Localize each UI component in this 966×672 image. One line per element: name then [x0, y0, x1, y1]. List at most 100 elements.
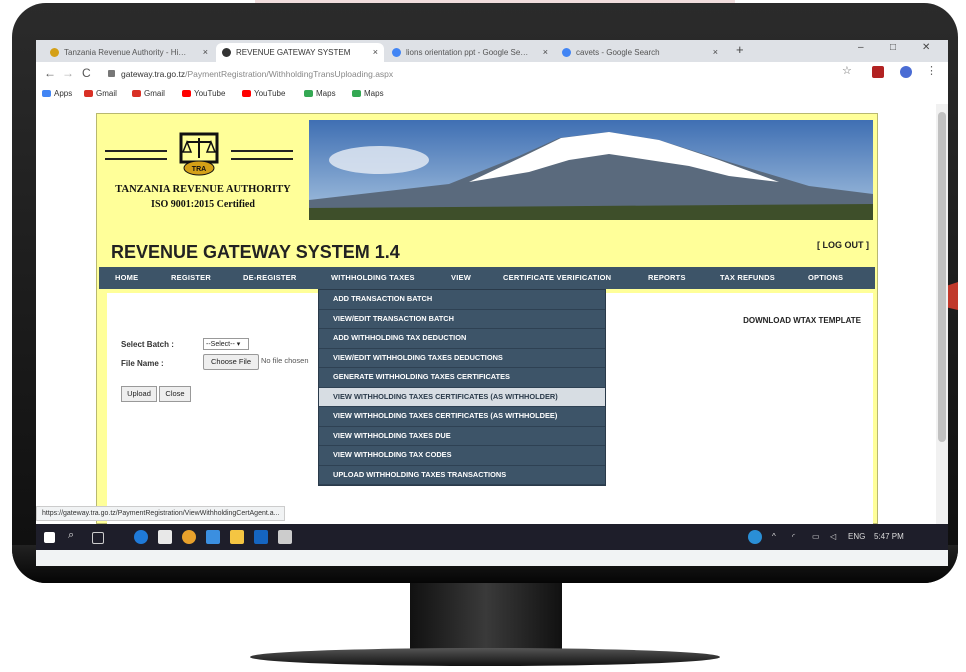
tab-label: Tanzania Revenue Authority - Hi…	[64, 48, 187, 57]
help-icon[interactable]	[748, 530, 762, 544]
close-tab-icon[interactable]: ×	[203, 43, 208, 62]
browser-tab-bar: Tanzania Revenue Authority - Hi… × REVEN…	[36, 40, 948, 62]
menu-item-view-taxes-due[interactable]: VIEW WITHHOLDING TAXES DUE	[319, 427, 605, 446]
profile-avatar-icon[interactable]	[900, 66, 912, 78]
url-field[interactable]: gateway.tra.go.tz/PaymentRegistration/Wi…	[108, 66, 828, 82]
vertical-scrollbar[interactable]	[936, 104, 948, 524]
forward-button[interactable]: →	[62, 66, 74, 80]
bookmark-youtube[interactable]: YouTube	[182, 89, 225, 98]
scrollbar-thumb[interactable]	[938, 112, 946, 442]
screen: Tanzania Revenue Authority - Hi… × REVEN…	[36, 40, 948, 566]
logo-stripes-right	[231, 150, 293, 160]
menu-item-view-edit-deductions[interactable]: VIEW/EDIT WITHHOLDING TAXES DEDUCTIONS	[319, 349, 605, 368]
menu-item-generate-certificates[interactable]: GENERATE WITHHOLDING TAXES CERTIFICATES	[319, 368, 605, 388]
close-tab-icon[interactable]: ×	[713, 43, 718, 62]
kebab-menu-icon[interactable]: ⋮	[926, 64, 937, 77]
upload-button[interactable]: Upload	[121, 386, 157, 402]
select-batch-label: Select Batch :	[121, 340, 174, 349]
back-button[interactable]: ←	[44, 66, 56, 80]
tab-label: lions orientation ppt - Google Se…	[406, 48, 529, 57]
tab-cavets-search[interactable]: cavets - Google Search ×	[556, 43, 724, 62]
minimize-button[interactable]: –	[858, 42, 864, 53]
bookmark-label: Gmail	[144, 89, 165, 98]
close-tab-icon[interactable]: ×	[543, 43, 548, 62]
menu-item-view-tax-codes[interactable]: VIEW WITHHOLDING TAX CODES	[319, 446, 605, 466]
photos-icon[interactable]	[278, 530, 292, 544]
menu-item-add-withholding-tax-deduction[interactable]: ADD WITHHOLDING TAX DEDUCTION	[319, 329, 605, 349]
close-window-button[interactable]: ✕	[922, 42, 930, 53]
maps-icon	[352, 90, 361, 97]
maximize-button[interactable]: □	[890, 42, 896, 53]
edge-icon[interactable]	[134, 530, 148, 544]
bookmark-youtube[interactable]: YouTube	[242, 89, 285, 98]
menu-options[interactable]: OPTIONS	[808, 267, 843, 289]
search-icon[interactable]: ⌕	[68, 529, 74, 542]
language-indicator[interactable]: ENG	[848, 532, 865, 541]
youtube-icon	[242, 90, 251, 97]
tra-favicon-icon	[50, 48, 59, 57]
reload-button[interactable]: C	[82, 66, 91, 80]
menu-item-add-transaction-batch[interactable]: ADD TRANSACTION BATCH	[319, 290, 605, 310]
gmail-icon	[132, 90, 141, 97]
maps-icon	[304, 90, 313, 97]
batch-select[interactable]: --Select-- ▾	[203, 338, 249, 350]
menu-home[interactable]: HOME	[115, 267, 138, 289]
chrome-icon[interactable]	[182, 530, 196, 544]
task-view-icon[interactable]	[92, 532, 104, 544]
bookmark-label: Gmail	[96, 89, 117, 98]
close-button[interactable]: Close	[159, 386, 191, 402]
bookmark-label: Maps	[364, 89, 384, 98]
clock[interactable]: 5:47 PM	[874, 532, 904, 541]
new-tab-button[interactable]: +	[736, 42, 744, 57]
menu-item-view-certificates-withholdee[interactable]: VIEW WITHHOLDING TAXES CERTIFICATES (AS …	[319, 407, 605, 427]
menu-item-view-certificates-withholder[interactable]: VIEW WITHHOLDING TAXES CERTIFICATES (AS …	[319, 387, 605, 407]
url-path: /PaymentRegistration/WithholdingTransUpl…	[185, 69, 394, 79]
system-title: REVENUE GATEWAY SYSTEM 1.4	[111, 242, 400, 262]
bookmark-maps[interactable]: Maps	[304, 89, 336, 98]
bookmark-label: Maps	[316, 89, 336, 98]
tab-lions-orientation[interactable]: lions orientation ppt - Google Se… ×	[386, 43, 554, 62]
bookmark-maps[interactable]: Maps	[352, 89, 384, 98]
menu-item-view-edit-transaction-batch[interactable]: VIEW/EDIT TRANSACTION BATCH	[319, 310, 605, 329]
chevron-up-icon[interactable]: ^	[772, 532, 776, 541]
star-icon[interactable]: ☆	[842, 64, 852, 77]
wifi-icon[interactable]: ◜	[792, 532, 795, 541]
battery-icon[interactable]: ▭	[812, 532, 820, 541]
download-wtax-template-link[interactable]: DOWNLOAD WTAX TEMPLATE	[743, 316, 861, 325]
tab-tra-home[interactable]: Tanzania Revenue Authority - Hi… ×	[44, 43, 214, 62]
monitor-stand-neck	[410, 583, 562, 653]
volume-icon[interactable]: ◁	[830, 532, 836, 541]
choose-file-button[interactable]: Choose File	[203, 354, 259, 370]
outlook-icon[interactable]	[254, 530, 268, 544]
google-icon	[562, 48, 571, 57]
bookmark-gmail[interactable]: Gmail	[84, 89, 117, 98]
google-icon	[392, 48, 401, 57]
close-tab-icon[interactable]: ×	[373, 43, 378, 62]
file-name-label: File Name :	[121, 359, 164, 368]
menu-withholding-taxes[interactable]: WITHHOLDING TAXES	[331, 267, 415, 289]
scales-of-justice-icon: TRA	[179, 132, 219, 176]
menu-view[interactable]: VIEW	[451, 267, 471, 289]
bookmark-gmail[interactable]: Gmail	[132, 89, 165, 98]
file-explorer-icon[interactable]	[230, 530, 244, 544]
address-bar-row: ← → C gateway.tra.go.tz/PaymentRegistrat…	[36, 62, 948, 86]
no-file-chosen-text: No file chosen	[261, 356, 309, 365]
store-icon[interactable]	[206, 530, 220, 544]
pdf-extension-icon[interactable]	[872, 66, 884, 78]
menu-tax-refunds[interactable]: TAX REFUNDS	[720, 267, 775, 289]
menu-reports[interactable]: REPORTS	[648, 267, 686, 289]
menu-de-register[interactable]: DE-REGISTER	[243, 267, 296, 289]
gmail-icon	[84, 90, 93, 97]
menu-item-upload-transactions[interactable]: UPLOAD WITHHOLDING TAXES TRANSACTIONS	[319, 466, 605, 485]
bookmark-apps[interactable]: Apps	[42, 89, 72, 98]
menu-register[interactable]: REGISTER	[171, 267, 211, 289]
bookmark-label: Apps	[54, 89, 73, 98]
windows-start-icon[interactable]	[44, 532, 55, 543]
lock-icon	[108, 70, 115, 77]
logout-link[interactable]: [ LOG OUT ]	[817, 240, 869, 250]
mail-icon[interactable]	[158, 530, 172, 544]
menu-certificate-verification[interactable]: CERTIFICATE VERIFICATION	[503, 267, 611, 289]
tab-revenue-gateway[interactable]: REVENUE GATEWAY SYSTEM ×	[216, 43, 384, 62]
iso-certification: ISO 9001:2015 Certified	[151, 199, 255, 210]
url-host: gateway.tra.go.tz	[121, 69, 186, 79]
